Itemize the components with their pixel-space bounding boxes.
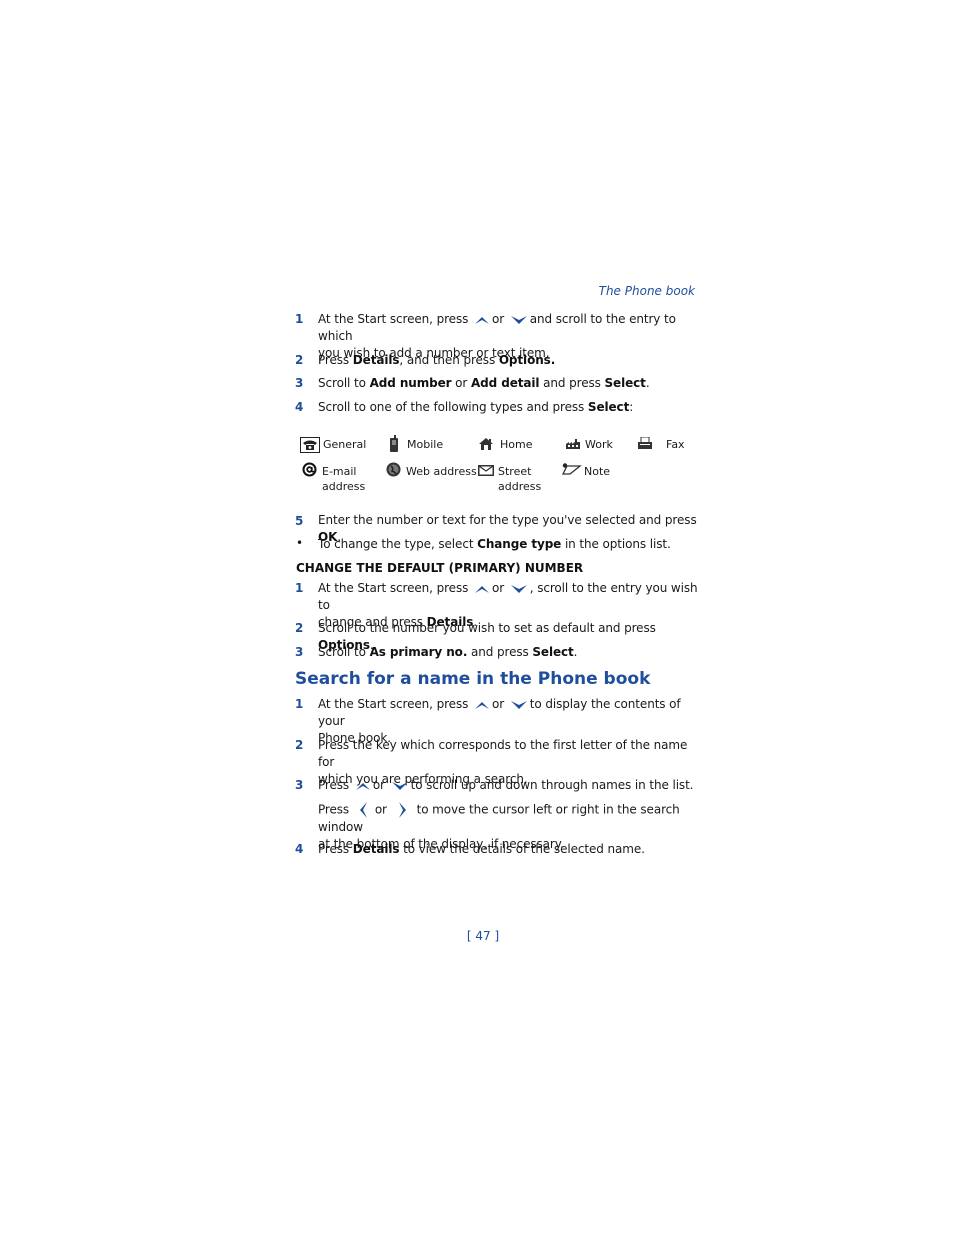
step-text-part: Scroll to the number you wish to set as … bbox=[318, 621, 656, 635]
type-street-line1: Street bbox=[498, 465, 532, 478]
step-number: 1 bbox=[295, 697, 304, 711]
web-icon bbox=[386, 462, 401, 477]
type-work: Work bbox=[585, 438, 613, 451]
step-text-part: : bbox=[629, 400, 634, 414]
step-number: 1 bbox=[295, 312, 304, 326]
manual-page: The Phone book 1 At the Start screen, pr… bbox=[0, 0, 954, 1235]
phone-icon bbox=[300, 437, 320, 453]
step-text-part: or bbox=[372, 778, 385, 792]
home-icon bbox=[479, 438, 493, 450]
type-email: E-mail address bbox=[322, 464, 365, 494]
step-text-part: or bbox=[491, 581, 505, 595]
section-heading: Search for a name in the Phone book bbox=[295, 669, 651, 689]
scroll-up-icon bbox=[474, 585, 489, 593]
type-fax: Fax bbox=[666, 438, 685, 451]
step-text: Scroll to Add number or Add detail and p… bbox=[318, 375, 698, 392]
subsection-title: CHANGE THE DEFAULT (PRIMARY) NUMBER bbox=[296, 561, 584, 575]
type-note: Note bbox=[584, 465, 611, 478]
step-number: 2 bbox=[295, 738, 304, 752]
step-text-part: Press bbox=[318, 802, 350, 817]
step-text-part: Scroll to bbox=[318, 645, 370, 659]
step-text-part: and press bbox=[467, 645, 533, 659]
scroll-right-icon bbox=[398, 802, 406, 818]
step-text-part: to move the cursor left or right in the … bbox=[318, 802, 680, 835]
email-icon bbox=[302, 462, 317, 477]
bullet-text: To change the type, select Change type i… bbox=[318, 536, 698, 553]
step-number: 5 bbox=[295, 514, 304, 528]
step-number: 3 bbox=[295, 778, 304, 792]
step-text-part: Press bbox=[318, 353, 353, 367]
step-text-part: , and then press bbox=[399, 353, 499, 367]
scroll-left-icon bbox=[359, 802, 367, 818]
step-text: Press or to scroll up and down through n… bbox=[318, 777, 698, 794]
note-icon bbox=[562, 463, 582, 475]
scroll-down-icon bbox=[510, 315, 527, 324]
type-mobile: Mobile bbox=[407, 438, 444, 451]
step-text-part: or bbox=[491, 312, 505, 326]
step-text-part: Scroll to one of the following types and… bbox=[318, 400, 588, 414]
type-general: General bbox=[323, 438, 367, 451]
menu-add-detail: Add detail bbox=[470, 376, 540, 390]
step-text-part: or bbox=[374, 802, 387, 817]
section-header: The Phone book bbox=[598, 284, 695, 298]
step-number: 2 bbox=[295, 621, 304, 635]
step-number: 4 bbox=[295, 842, 304, 856]
menu-change-type: Change type bbox=[477, 537, 562, 551]
page-number: [ 47 ] bbox=[466, 929, 500, 943]
step-text-part: to view the details of the selected name… bbox=[399, 842, 645, 856]
scroll-down-icon bbox=[391, 781, 408, 790]
step-text-part: and press bbox=[539, 376, 605, 390]
step-text: Press Details to view the details of the… bbox=[318, 841, 698, 858]
step-number: 1 bbox=[295, 581, 304, 595]
step-text: Scroll to one of the following types and… bbox=[318, 399, 698, 416]
fax-icon bbox=[638, 437, 652, 449]
step-number: 3 bbox=[295, 376, 304, 390]
scroll-up-icon bbox=[474, 316, 489, 324]
scroll-down-icon bbox=[510, 700, 527, 709]
step-text-part: Press bbox=[318, 842, 353, 856]
step-number: 2 bbox=[295, 353, 304, 367]
step-text-part: At the Start screen, press bbox=[318, 312, 469, 326]
scroll-up-icon bbox=[355, 782, 370, 790]
step-text-part: Press the key which corresponds to the f… bbox=[318, 738, 688, 769]
step-number: 4 bbox=[295, 400, 304, 414]
step-text-part: . bbox=[573, 645, 578, 659]
scroll-down-icon bbox=[510, 584, 527, 593]
step-text-part: To change the type, select bbox=[318, 537, 478, 551]
scroll-up-icon bbox=[474, 701, 489, 709]
step-text-part: Scroll to bbox=[318, 376, 370, 390]
type-email-line2: address bbox=[322, 480, 366, 493]
step-text-part: or bbox=[491, 697, 505, 711]
step-text: Press Details, and then press Options. bbox=[318, 352, 698, 369]
step-text: Scroll to As primary no. and press Selec… bbox=[318, 644, 698, 661]
softkey-select: Select bbox=[587, 400, 630, 414]
work-icon bbox=[566, 439, 580, 449]
menu-as-primary: As primary no. bbox=[369, 645, 468, 659]
step-text-part: or bbox=[451, 376, 471, 390]
softkey-details: Details bbox=[352, 353, 400, 367]
bullet-mark: • bbox=[296, 536, 304, 550]
step-number: 3 bbox=[295, 645, 304, 659]
type-home: Home bbox=[500, 438, 533, 451]
mobile-icon bbox=[390, 435, 398, 452]
step-text-part: At the Start screen, press bbox=[318, 697, 469, 711]
menu-add-number: Add number bbox=[369, 376, 452, 390]
softkey-select: Select bbox=[604, 376, 646, 390]
step-text-part: At the Start screen, press bbox=[318, 581, 469, 595]
step-text-part: Press bbox=[318, 778, 350, 792]
softkey-select: Select bbox=[532, 645, 574, 659]
type-street-address: Street address bbox=[498, 464, 541, 494]
envelope-icon bbox=[478, 465, 494, 476]
step-text-part: to scroll up and down through names in t… bbox=[410, 778, 694, 792]
softkey-details: Details bbox=[352, 842, 400, 856]
step-text-part: Enter the number or text for the type yo… bbox=[318, 513, 697, 527]
type-email-line1: E-mail bbox=[322, 465, 357, 478]
step-text-part: in the options list. bbox=[561, 537, 671, 551]
step-text-part: . bbox=[645, 376, 650, 390]
softkey-options: Options. bbox=[498, 353, 556, 367]
type-web-address: Web address bbox=[406, 465, 477, 478]
type-street-line2: address bbox=[498, 480, 542, 493]
